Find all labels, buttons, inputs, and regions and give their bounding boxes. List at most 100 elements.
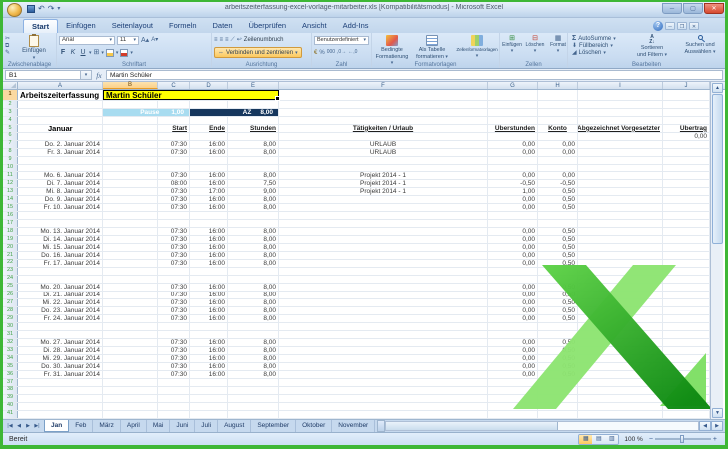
cell[interactable] [103, 124, 158, 132]
horizontal-scrollbar-thumb[interactable] [386, 422, 558, 430]
cell-date[interactable]: Do. 9. Januar 2014 [18, 196, 103, 204]
cell-overtime[interactable]: 0,00 [488, 347, 538, 354]
cell-activity[interactable] [279, 228, 488, 235]
cell-account[interactable]: 0,50 [538, 307, 578, 315]
row-header-12[interactable]: 12 [3, 180, 18, 188]
cell-hours[interactable]: 8,00 [228, 347, 279, 354]
cell[interactable] [488, 132, 538, 140]
cell[interactable] [190, 323, 228, 331]
cell[interactable] [538, 156, 578, 164]
qat-dropdown-icon[interactable]: ▾ [57, 4, 60, 14]
cell[interactable] [578, 315, 663, 323]
cell[interactable] [538, 267, 578, 275]
cell[interactable] [18, 331, 103, 339]
cell[interactable] [578, 259, 663, 267]
cell[interactable] [538, 101, 578, 108]
cell[interactable] [190, 267, 228, 275]
cell[interactable] [18, 116, 103, 124]
cell[interactable] [538, 164, 578, 172]
cell-end-time[interactable]: 16:00 [190, 180, 228, 188]
cell-end-time[interactable]: 16:00 [190, 228, 228, 235]
merge-center-button[interactable]: ⇔ Verbinden und zentrieren ▾ [214, 47, 302, 58]
cell-start-time[interactable]: 07:30 [158, 362, 190, 370]
cell-end-time[interactable]: 16:00 [190, 140, 228, 148]
cell-hours[interactable]: 8,00 [228, 291, 279, 299]
cell-az[interactable]: AZ 8,00 [190, 108, 279, 116]
column-header-H[interactable]: H [538, 82, 578, 89]
column-header-A[interactable]: A [18, 82, 103, 89]
cell[interactable] [103, 394, 158, 402]
cell[interactable] [103, 267, 158, 275]
first-sheet-icon[interactable]: |◀ [6, 423, 14, 429]
ribbon-tab-start[interactable]: Start [23, 19, 59, 33]
cell[interactable] [103, 180, 158, 188]
cell-header-end[interactable]: Ende [190, 124, 228, 132]
formula-input[interactable]: Martin Schüler [106, 70, 723, 80]
undo-icon[interactable]: ↶ [38, 4, 45, 14]
cell-account[interactable]: 0,50 [538, 355, 578, 362]
cell-account[interactable]: 0,50 [538, 339, 578, 347]
cell[interactable] [578, 251, 663, 259]
cell-end-time[interactable]: 16:00 [190, 307, 228, 315]
zoom-out-icon[interactable]: − [649, 436, 653, 443]
cell[interactable] [663, 331, 710, 339]
cell-hours[interactable]: 8,00 [228, 204, 279, 212]
cell-start-time[interactable]: 07:30 [158, 228, 190, 235]
ribbon-tab-seitenlayout[interactable]: Seitenlayout [104, 19, 161, 33]
workbook-restore-button[interactable]: ❐ [677, 22, 687, 30]
cell-activity[interactable] [279, 355, 488, 362]
percent-format-icon[interactable]: % [319, 50, 324, 56]
cell-activity[interactable] [279, 204, 488, 212]
cell-header-overtime[interactable]: Überstunden [488, 124, 538, 132]
cell[interactable] [103, 386, 158, 394]
zoom-slider[interactable]: − + [649, 435, 717, 443]
vertical-scrollbar[interactable]: ▲ ▼ [710, 82, 723, 419]
row-header-28[interactable]: 28 [3, 307, 18, 315]
cell[interactable] [663, 275, 710, 283]
cell[interactable] [18, 212, 103, 220]
cell[interactable] [228, 212, 279, 220]
font-size-select[interactable]: 11 ▾ [117, 35, 139, 45]
cell-overtime[interactable]: 0,00 [488, 148, 538, 156]
cell-account[interactable]: 0,50 [538, 196, 578, 204]
row-header-24[interactable]: 24 [3, 276, 18, 283]
zoom-in-icon[interactable]: + [713, 436, 717, 443]
accounting-format-icon[interactable]: € [314, 50, 317, 56]
cell-header-start[interactable]: Start [158, 124, 190, 132]
cell[interactable] [663, 307, 710, 315]
cell-hours[interactable]: 9,00 [228, 188, 279, 196]
font-color-icon[interactable] [120, 48, 129, 57]
cell-start-time[interactable]: 07:30 [158, 251, 190, 259]
clear-button[interactable]: ◢ Löschen ▾ [572, 50, 616, 56]
cell-date[interactable]: Mi. 8. Januar 2014 [18, 188, 103, 196]
align-middle-icon[interactable]: ≡ [220, 37, 224, 43]
row-header-13[interactable]: 13 [3, 188, 18, 196]
column-header-G[interactable]: G [488, 82, 538, 89]
cell-account[interactable]: 0,50 [538, 235, 578, 243]
bold-button[interactable]: F [59, 49, 67, 56]
row-header-5[interactable]: 5 [3, 125, 18, 132]
row-header-35[interactable]: 35 [3, 363, 18, 370]
help-icon[interactable]: ? [653, 21, 663, 31]
cell-hours[interactable]: 8,00 [228, 235, 279, 243]
row-header-19[interactable]: 19 [3, 236, 18, 243]
cell[interactable] [18, 410, 103, 418]
cell[interactable] [158, 132, 190, 140]
cell[interactable] [18, 402, 103, 410]
increase-decimal-icon[interactable]: ,0→ [337, 50, 346, 55]
column-header-J[interactable]: J [663, 82, 710, 89]
cell[interactable] [103, 307, 158, 315]
cell[interactable] [663, 196, 710, 204]
cell[interactable] [488, 275, 538, 283]
sheet-tab-märz[interactable]: März [93, 420, 121, 432]
cell-activity[interactable] [279, 235, 488, 243]
cell-header-signed[interactable]: Abgezeichnet Vorgesetzter [578, 124, 663, 132]
cell[interactable] [578, 204, 663, 212]
cell[interactable] [538, 220, 578, 227]
cell-date[interactable]: Mi. 22. Januar 2014 [18, 299, 103, 307]
cell[interactable] [538, 410, 578, 418]
cell[interactable] [488, 90, 538, 100]
cell[interactable] [158, 267, 190, 275]
cell[interactable] [103, 402, 158, 410]
cell[interactable] [488, 394, 538, 402]
